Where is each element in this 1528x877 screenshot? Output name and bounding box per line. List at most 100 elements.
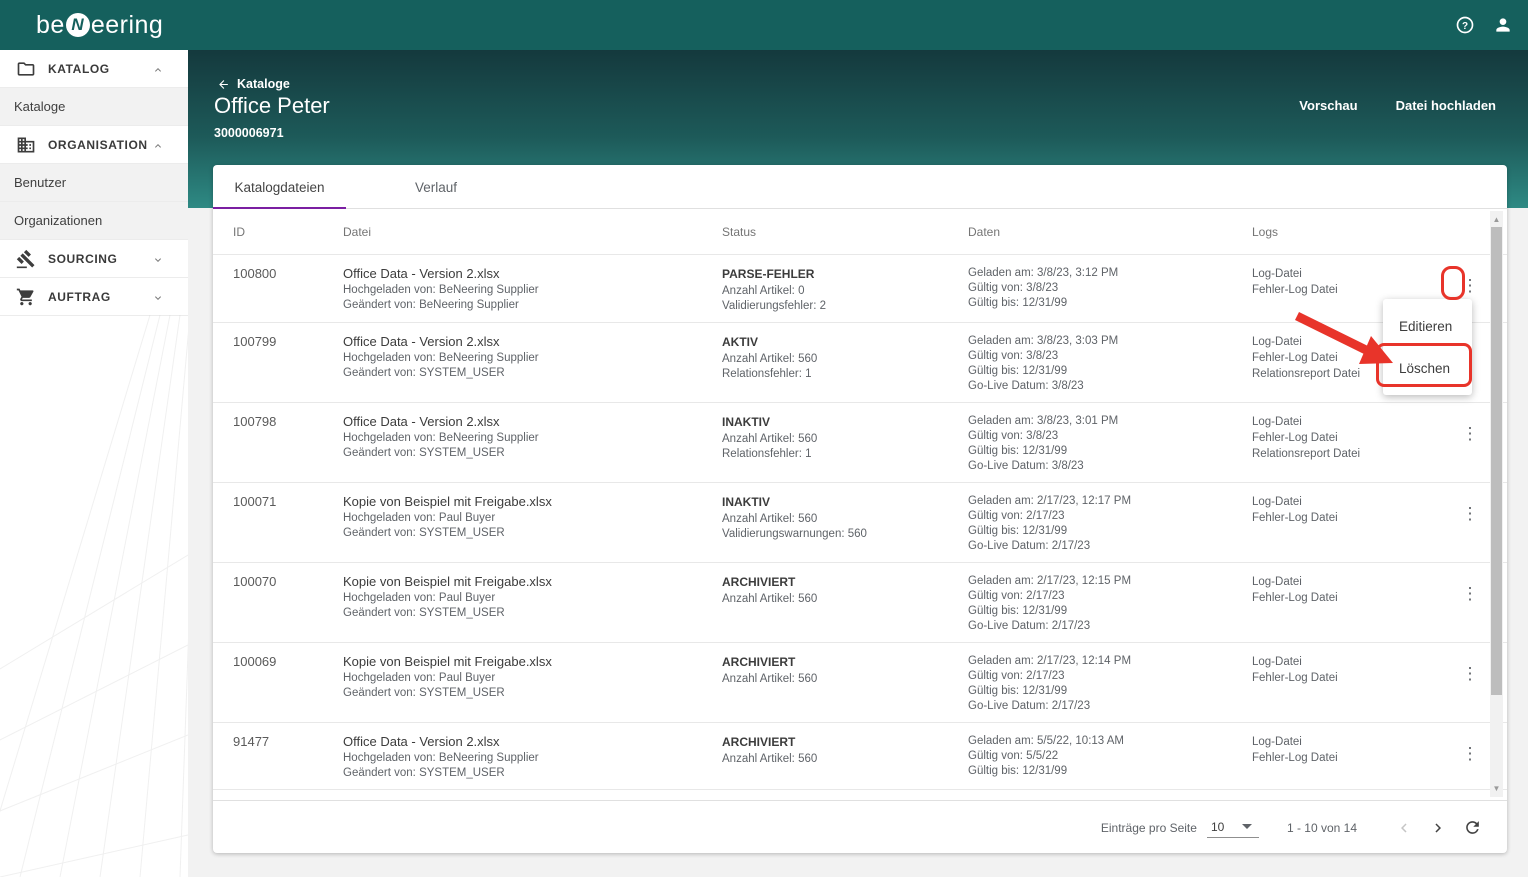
row-id: 100798	[213, 412, 343, 474]
row-file-cell: Office Data - Version 2.xlsx Hochgeladen…	[343, 412, 722, 474]
context-menu-item-loeschen[interactable]: Löschen	[1383, 347, 1472, 389]
column-header-daten: Daten	[968, 225, 1252, 239]
file-meta-line: Geändert von: SYSTEM_USER	[343, 686, 722, 701]
scrollbar-up-arrow[interactable]: ▲	[1490, 213, 1503, 226]
svg-text:?: ?	[1462, 21, 1468, 32]
catalog-files-card: Katalogdateien Verlauf ID Datei Status D…	[213, 165, 1507, 853]
help-icon[interactable]: ?	[1454, 14, 1476, 36]
sidebar-item-benutzer[interactable]: Benutzer	[0, 164, 188, 202]
pagination-range: 1 - 10 von 14	[1287, 821, 1357, 835]
row-actions-kebab-icon[interactable]: ⋮	[1458, 582, 1482, 606]
back-arrow-icon	[216, 78, 231, 91]
row-actions-kebab-icon[interactable]: ⋮	[1458, 502, 1482, 526]
sidebar-item-kataloge[interactable]: Kataloge	[0, 88, 188, 126]
daten-line: Geladen am: 2/17/23, 12:15 PM	[968, 574, 1252, 589]
log-file-link[interactable]: Log-Datei	[1252, 734, 1444, 750]
row-actions-kebab-icon[interactable]: ⋮	[1458, 662, 1482, 686]
row-logs-cell: Log-DateiFehler-Log Datei	[1252, 732, 1444, 781]
row-actions-kebab-icon[interactable]: ⋮	[1458, 422, 1482, 446]
vorschau-button[interactable]: Vorschau	[1299, 98, 1357, 113]
table-row[interactable]: 100069 Kopie von Beispiel mit Freigabe.x…	[213, 643, 1507, 723]
log-file-link[interactable]: Fehler-Log Datei	[1252, 670, 1444, 686]
user-account-icon[interactable]	[1492, 14, 1514, 36]
log-file-link[interactable]: Fehler-Log Datei	[1252, 750, 1444, 766]
tab-verlauf[interactable]: Verlauf	[374, 165, 498, 209]
context-menu-item-editieren[interactable]: Editieren	[1383, 305, 1472, 347]
table-row[interactable]: 100798 Office Data - Version 2.xlsx Hoch…	[213, 403, 1507, 483]
pagination: Einträge pro Seite 10 1 - 10 von 14	[1101, 801, 1485, 854]
file-meta-line: Geändert von: SYSTEM_USER	[343, 446, 722, 461]
scrollbar-down-arrow[interactable]: ▼	[1490, 782, 1503, 795]
sidebar-section-sourcing[interactable]: SOURCING	[0, 240, 188, 278]
table-row[interactable]: 100800 Office Data - Version 2.xlsx Hoch…	[213, 255, 1507, 323]
file-name: Office Data - Version 2.xlsx	[343, 334, 722, 349]
row-id: 100070	[213, 572, 343, 634]
log-file-link[interactable]: Relationsreport Datei	[1252, 446, 1444, 462]
sidebar-section-label: KATALOG	[48, 62, 110, 76]
table-row[interactable]: 100070 Kopie von Beispiel mit Freigabe.x…	[213, 563, 1507, 643]
log-file-link[interactable]: Fehler-Log Datei	[1252, 430, 1444, 446]
next-page-button[interactable]	[1425, 815, 1451, 841]
sidebar-section-label: SOURCING	[48, 252, 117, 266]
log-file-link[interactable]: Log-Datei	[1252, 654, 1444, 670]
file-meta-line: Geändert von: SYSTEM_USER	[343, 606, 722, 621]
row-status-cell: ARCHIVIERT Anzahl Artikel: 560	[722, 732, 968, 781]
gavel-icon	[16, 249, 36, 269]
table-row[interactable]: 91473 Office Data - Version 2.xlsx Hochg…	[213, 790, 1507, 800]
table-body: 100800 Office Data - Version 2.xlsx Hoch…	[213, 255, 1507, 800]
sidebar-section-katalog[interactable]: KATALOG	[0, 50, 188, 88]
status-detail-line: Anzahl Artikel: 560	[722, 672, 968, 687]
cart-icon	[16, 287, 36, 307]
table-row[interactable]: 91477 Office Data - Version 2.xlsx Hochg…	[213, 723, 1507, 790]
app-window: Kataloge Office Peter 3000006971 Vorscha…	[0, 0, 1528, 877]
row-actions-kebab-icon[interactable]: ⋮	[1458, 742, 1482, 766]
row-daten-cell: Geladen am: 2/17/23, 12:17 PMGültig von:…	[968, 492, 1252, 554]
sidebar-section-organisation[interactable]: ORGANISATION	[0, 126, 188, 164]
sidebar-section-label: AUFTRAG	[48, 290, 111, 304]
scrollbar-thumb[interactable]	[1491, 227, 1502, 695]
daten-line: Gültig von: 5/5/22	[968, 749, 1252, 764]
table-row[interactable]: 100071 Kopie von Beispiel mit Freigabe.x…	[213, 483, 1507, 563]
log-file-link[interactable]: Log-Datei	[1252, 494, 1444, 510]
row-status-cell: AKTIV Anzahl Artikel: 560Relationsfehler…	[722, 332, 968, 394]
column-header-datei: Datei	[343, 225, 722, 239]
table-footer: Einträge pro Seite 10 1 - 10 von 14	[213, 800, 1507, 853]
log-file-link[interactable]: Log-Datei	[1252, 414, 1444, 430]
log-file-link[interactable]: Fehler-Log Datei	[1252, 510, 1444, 526]
log-file-link[interactable]: Log-Datei	[1252, 574, 1444, 590]
sidebar-nav: KATALOG Kataloge ORGANISATION Benutzer O…	[0, 50, 188, 877]
status-detail-line: Anzahl Artikel: 560	[722, 512, 968, 527]
active-tab-indicator	[213, 207, 346, 209]
chevron-up-icon	[152, 139, 164, 151]
row-actions-kebab-icon[interactable]: ⋮	[1458, 274, 1482, 298]
row-id: 100071	[213, 492, 343, 554]
status-badge: PARSE-FEHLER	[722, 266, 968, 282]
file-meta-line: Hochgeladen von: BeNeering Supplier	[343, 283, 722, 298]
page-size-select[interactable]: 10	[1207, 818, 1259, 838]
row-file-cell: Kopie von Beispiel mit Freigabe.xlsx Hoc…	[343, 492, 722, 554]
organization-icon	[16, 135, 36, 155]
log-file-link[interactable]: Fehler-Log Datei	[1252, 590, 1444, 606]
back-link[interactable]: Kataloge	[216, 77, 290, 91]
tab-katalogdateien[interactable]: Katalogdateien	[213, 165, 346, 209]
daten-line: Go-Live Datum: 2/17/23	[968, 619, 1252, 634]
log-file-link[interactable]: Log-Datei	[1252, 266, 1444, 282]
context-menu: Editieren Löschen	[1383, 299, 1472, 395]
row-status-cell: PARSE-FEHLER Anzahl Artikel: 0Validierun…	[722, 264, 968, 314]
refresh-icon[interactable]	[1459, 815, 1485, 841]
status-detail-line: Relationsfehler: 1	[722, 447, 968, 462]
sidebar-item-organizationen[interactable]: Organizationen	[0, 202, 188, 240]
status-detail-line: Relationsfehler: 1	[722, 367, 968, 382]
previous-page-button[interactable]	[1391, 815, 1417, 841]
sidebar-section-auftrag[interactable]: AUFTRAG	[0, 278, 188, 316]
file-meta-line: Hochgeladen von: BeNeering Supplier	[343, 431, 722, 446]
datei-hochladen-button[interactable]: Datei hochladen	[1396, 98, 1496, 113]
row-id: 91477	[213, 732, 343, 781]
status-badge: ARCHIVIERT	[722, 734, 968, 750]
table-row[interactable]: 100799 Office Data - Version 2.xlsx Hoch…	[213, 323, 1507, 403]
log-file-link[interactable]: Fehler-Log Datei	[1252, 282, 1444, 298]
column-header-status: Status	[722, 225, 968, 239]
table-scrollbar[interactable]: ▲ ▼	[1490, 211, 1503, 797]
file-meta-line: Hochgeladen von: Paul Buyer	[343, 511, 722, 526]
daten-line: Geladen am: 2/17/23, 12:17 PM	[968, 494, 1252, 509]
